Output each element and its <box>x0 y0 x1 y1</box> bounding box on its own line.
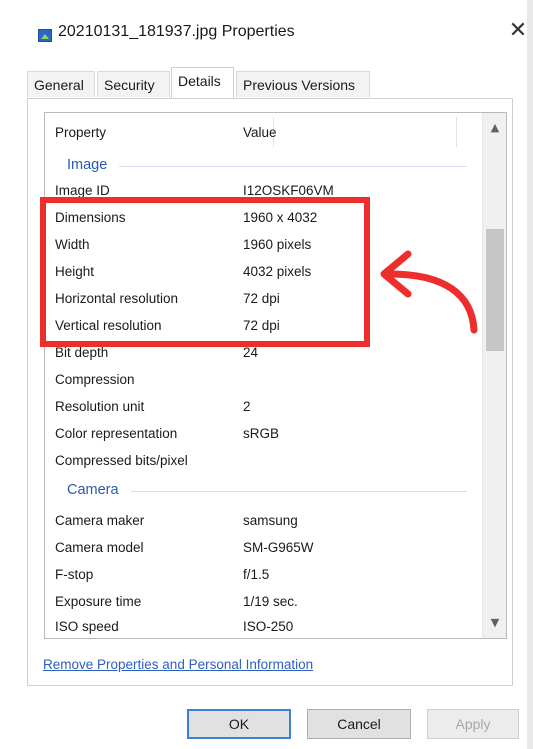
group-divider <box>119 166 467 167</box>
property-value: 2 <box>243 399 251 414</box>
property-value: f/1.5 <box>243 567 270 582</box>
properties-dialog: 20210131_181937.jpg Properties ✕ General… <box>0 0 533 749</box>
property-value: I12OSKF06VM <box>243 183 334 198</box>
property-name: Compression <box>55 372 135 387</box>
column-header-property[interactable]: Property <box>55 125 106 140</box>
property-name: Camera maker <box>55 513 145 528</box>
list-item[interactable]: Camera model SM-G965W <box>45 536 475 562</box>
property-value: sRGB <box>243 426 280 441</box>
vertical-scrollbar[interactable]: ▲ ▼ <box>482 113 506 638</box>
tab-details[interactable]: Details <box>171 67 234 98</box>
list-item[interactable]: Compressed bits/pixel <box>45 449 475 475</box>
property-value: samsung <box>243 513 298 528</box>
scrollbar-thumb[interactable] <box>486 229 504 351</box>
tab-security[interactable]: Security <box>97 71 170 97</box>
list-item[interactable]: ISO speed ISO-250 <box>45 615 475 638</box>
property-name: Compressed bits/pixel <box>55 453 188 468</box>
tab-previous-versions[interactable]: Previous Versions <box>236 71 370 97</box>
property-name: F-stop <box>55 567 94 582</box>
annotation-arrow-icon <box>380 250 478 334</box>
column-divider[interactable] <box>456 117 457 147</box>
property-name: ISO speed <box>55 619 119 634</box>
property-name: Color representation <box>55 426 178 441</box>
property-name: Camera model <box>55 540 144 555</box>
group-header-image: Image <box>67 157 108 173</box>
property-name: Image ID <box>55 183 110 198</box>
annotation-highlight-box <box>40 197 370 347</box>
property-name: Bit depth <box>55 345 109 360</box>
scroll-down-arrow-icon[interactable]: ▼ <box>483 612 506 634</box>
property-list[interactable]: Property Value Image Image ID I12OSKF06V… <box>44 112 507 639</box>
window-title: 20210131_181937.jpg Properties <box>58 23 295 40</box>
close-button[interactable]: ✕ <box>507 18 529 44</box>
property-name: Resolution unit <box>55 399 145 414</box>
list-item[interactable]: Resolution unit 2 <box>45 395 475 421</box>
list-item[interactable]: Compression <box>45 368 475 394</box>
scroll-up-arrow-icon[interactable]: ▲ <box>483 117 506 139</box>
property-name: Exposure time <box>55 594 142 609</box>
ok-button[interactable]: OK <box>187 709 291 739</box>
tab-strip: General Security Details Previous Versio… <box>27 67 507 99</box>
list-item[interactable]: Exposure time 1/19 sec. <box>45 590 475 616</box>
property-value: 24 <box>243 345 259 360</box>
image-file-icon <box>38 29 52 42</box>
group-header-camera: Camera <box>67 482 119 498</box>
property-value: SM-G965W <box>243 540 314 555</box>
column-header-value[interactable]: Value <box>243 125 277 140</box>
tab-general[interactable]: General <box>27 71 95 97</box>
list-item[interactable]: Color representation sRGB <box>45 422 475 448</box>
list-item[interactable]: F-stop f/1.5 <box>45 563 475 589</box>
window-edge <box>527 0 533 749</box>
apply-button[interactable]: Apply <box>427 709 519 739</box>
title-bar: 20210131_181937.jpg Properties ✕ <box>0 0 533 64</box>
property-value: 1/19 sec. <box>243 594 298 609</box>
list-item[interactable]: Camera maker samsung <box>45 509 475 535</box>
remove-properties-link[interactable]: Remove Properties and Personal Informati… <box>43 657 313 672</box>
property-value: ISO-250 <box>243 619 294 634</box>
cancel-button[interactable]: Cancel <box>307 709 411 739</box>
group-divider <box>131 491 467 492</box>
